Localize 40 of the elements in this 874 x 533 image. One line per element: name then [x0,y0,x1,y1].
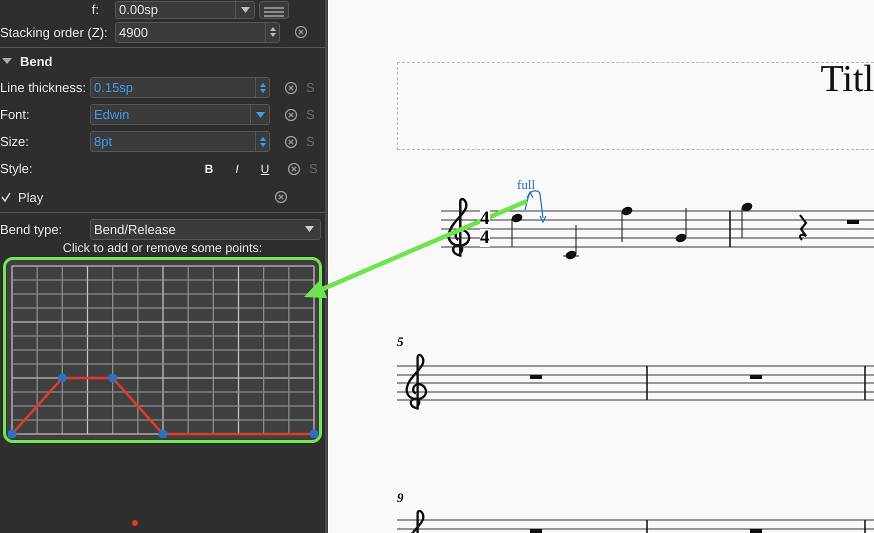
time-signature-denominator: 4 [480,229,490,247]
property-label: Size: [0,134,30,149]
property-label: Line thickness: [0,80,87,95]
measure-number: 9 [397,490,404,506]
spinner-icon[interactable] [258,80,266,94]
score-title[interactable]: Titl [820,63,874,101]
bend-type-dropdown[interactable]: Bend/Release [90,218,321,240]
reset-icon[interactable] [284,80,298,94]
graph-caption: Click to add or remove some points: [62,241,264,255]
reset-icon[interactable] [284,134,298,148]
spinner-icon[interactable] [258,134,266,148]
text-style-button[interactable]: B [201,162,217,176]
marker-dot [132,520,138,526]
property-label: Style: [0,161,34,176]
property-label: Font: [0,107,31,122]
property-label: Bend type: [0,222,64,236]
spinner-icon[interactable] [268,25,276,39]
bend-label: full [517,177,536,193]
expand-triangle-icon[interactable] [2,57,12,65]
value-field[interactable]: 8pt [90,131,270,152]
property-label: f: [90,2,100,17]
reset-icon[interactable] [274,190,288,204]
caret-icon[interactable] [256,112,264,118]
section-title: Bend [20,54,52,68]
text-style-button[interactable]: I [229,162,245,176]
caret-icon[interactable] [304,226,314,232]
property-label: Stacking order (Z): [0,24,109,40]
caret-icon[interactable] [240,6,250,12]
value-field[interactable]: 0.15sp [90,77,270,98]
reset-icon[interactable] [294,25,308,39]
measure-number: 5 [397,334,404,350]
checkbox-label: Play [17,190,44,204]
value-field[interactable]: 0.00sp [115,0,255,18]
line-style-icon[interactable] [259,0,289,18]
font-dropdown[interactable]: Edwin [90,104,270,125]
checkbox[interactable] [0,191,12,203]
reset-icon[interactable] [284,108,298,122]
reset-icon[interactable] [287,162,301,176]
value-field[interactable]: 4900 [115,22,280,42]
text-style-button[interactable]: U [257,162,273,176]
